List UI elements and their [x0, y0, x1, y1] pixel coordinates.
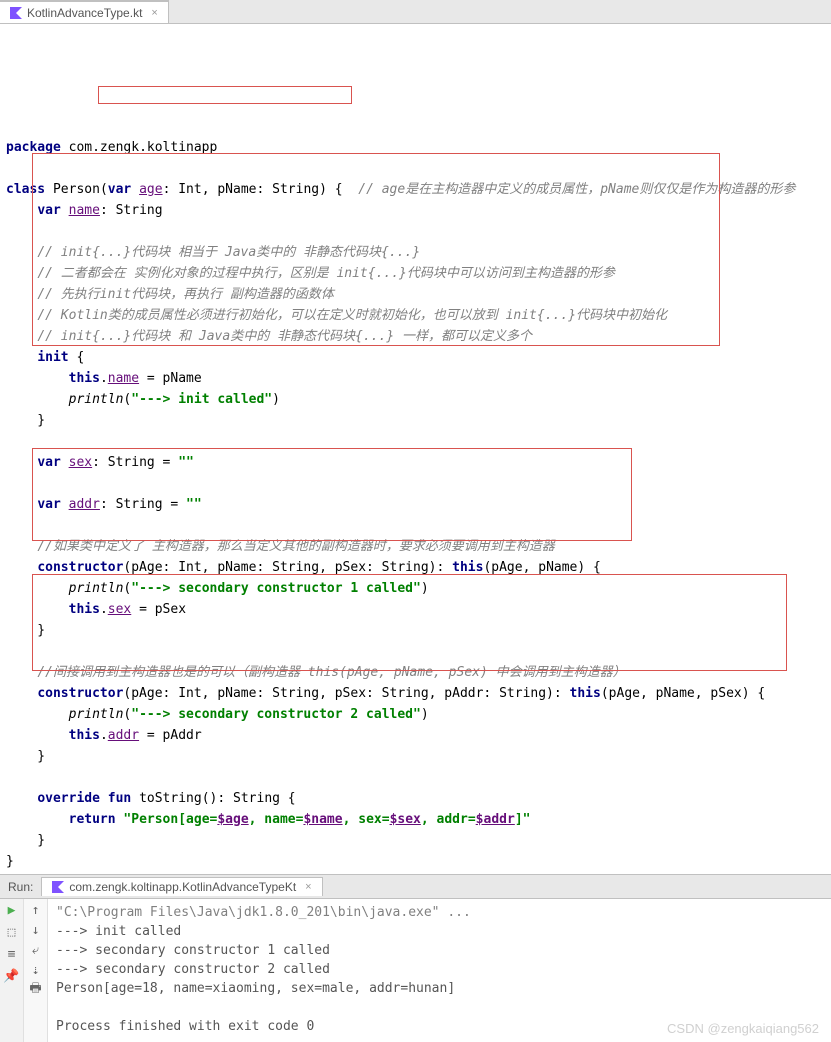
highlight-box [98, 86, 352, 104]
keyword: var [37, 455, 60, 470]
var-name: name [69, 203, 100, 218]
string: "Person[age= [123, 812, 217, 827]
string: "---> init called" [131, 392, 272, 407]
wrap-icon[interactable]: ⤶ [29, 943, 43, 957]
console-line: "C:\Program Files\Java\jdk1.8.0_201\bin\… [56, 903, 823, 922]
comment: //如果类中定义了 主构造器，那么当定义其他的副构造器时，要求必须要调用到主构造… [37, 539, 554, 554]
string: "---> secondary constructor 2 called" [131, 707, 421, 722]
tpl-var: $addr [476, 812, 515, 827]
prop-ref: name [108, 371, 139, 386]
params: (pAge: Int, pName: String, pSex: String)… [123, 560, 452, 575]
run-panel: Run: com.zengk.koltinapp.KotlinAdvanceTy… [0, 874, 831, 1042]
class-name: Person [53, 182, 100, 197]
fn-call: println [69, 707, 124, 722]
string: "---> secondary constructor 1 called" [131, 581, 421, 596]
comment: // init{...}代码块 和 Java类中的 非静态代码块{...} 一样… [37, 329, 532, 344]
comment: // 先执行init代码块，再执行 副构造器的函数体 [37, 287, 334, 302]
keyword: this [452, 560, 483, 575]
keyword: class [6, 182, 45, 197]
assign: = pSex [131, 602, 186, 617]
args: (pAge, pName, pSex) { [601, 686, 765, 701]
keyword: this [69, 371, 100, 386]
print-icon[interactable]: 🖶 [29, 983, 43, 997]
pin-icon[interactable]: 📌 [5, 969, 19, 983]
comment: // 二者都会在 实例化对象的过程中执行，区别是 init{...}代码块中可以… [37, 266, 615, 281]
editor-tab-bar: KotlinAdvanceType.kt × [0, 0, 831, 24]
console-line: ---> secondary constructor 1 called [56, 941, 823, 960]
run-toolbar-right: ↑ ↓ ⤶ ⇣ 🖶 [24, 899, 48, 1042]
close-icon[interactable]: × [151, 7, 157, 19]
watermark: CSDN @zengkaiqiang562 [667, 1021, 819, 1036]
fn-call: println [69, 581, 124, 596]
down-icon[interactable]: ↓ [29, 923, 43, 937]
run-tab-name: com.zengk.koltinapp.KotlinAdvanceTypeKt [69, 880, 296, 894]
tpl-var: $name [303, 812, 342, 827]
keyword: override [37, 791, 100, 806]
run-toolbar-left: ▶ ⬚ ≡ 📌 [0, 899, 24, 1042]
keyword: init [37, 350, 68, 365]
class-params: (var age: Int, pName: String) [100, 182, 327, 197]
keyword: constructor [37, 560, 123, 575]
keyword: var [37, 203, 60, 218]
tpl-var: $sex [390, 812, 421, 827]
type: : String [100, 203, 163, 218]
string: , addr= [421, 812, 476, 827]
layout-icon[interactable]: ≡ [5, 947, 19, 961]
fn-call: println [69, 392, 124, 407]
prop-ref: sex [108, 602, 131, 617]
console-line: ---> secondary constructor 2 called [56, 960, 823, 979]
comment: // Kotlin类的成员属性必须进行初始化，可以在定义时就初始化，也可以放到 … [37, 308, 667, 323]
keyword: package [6, 140, 61, 155]
fn-name: toString [139, 791, 202, 806]
keyword: return [69, 812, 116, 827]
var-name: addr [69, 497, 100, 512]
tab-filename: KotlinAdvanceType.kt [27, 6, 142, 20]
code-editor[interactable]: package com.zengk.koltinapp class Person… [0, 24, 831, 874]
tpl-var: $age [217, 812, 248, 827]
rerun-icon[interactable]: ▶ [5, 903, 19, 917]
keyword: this [69, 602, 100, 617]
assign: = pName [139, 371, 202, 386]
kotlin-file-icon [10, 7, 22, 19]
assign: = pAddr [139, 728, 202, 743]
comment: // age是在主构造器中定义的成员属性，pName则仅仅是作为构造器的形参 [358, 182, 795, 197]
string: , sex= [343, 812, 390, 827]
string: "" [186, 497, 202, 512]
prop-ref: addr [108, 728, 139, 743]
args: (pAge, pName) { [483, 560, 600, 575]
type: : String = [92, 455, 178, 470]
sig: (): String { [202, 791, 296, 806]
type: : String = [100, 497, 186, 512]
kotlin-file-icon [52, 881, 64, 893]
keyword: var [37, 497, 60, 512]
params: (pAge: Int, pName: String, pSex: String,… [123, 686, 569, 701]
string: "" [178, 455, 194, 470]
keyword: this [570, 686, 601, 701]
comment: //间接调用到主构造器也是的可以（副构造器 this(pAge, pName, … [37, 665, 625, 680]
console-line: Person[age=18, name=xiaoming, sex=male, … [56, 979, 823, 998]
close-icon[interactable]: × [305, 881, 311, 893]
up-icon[interactable]: ↑ [29, 903, 43, 917]
scroll-icon[interactable]: ⇣ [29, 963, 43, 977]
package-name: com.zengk.koltinapp [69, 140, 218, 155]
keyword: this [69, 728, 100, 743]
keyword: constructor [37, 686, 123, 701]
string: ]" [515, 812, 531, 827]
run-label: Run: [0, 880, 41, 894]
var-name: sex [69, 455, 92, 470]
run-config-tab[interactable]: com.zengk.koltinapp.KotlinAdvanceTypeKt … [41, 877, 322, 896]
run-header: Run: com.zengk.koltinapp.KotlinAdvanceTy… [0, 875, 831, 899]
file-tab[interactable]: KotlinAdvanceType.kt × [0, 0, 169, 23]
keyword: fun [108, 791, 131, 806]
stop-icon[interactable]: ⬚ [5, 925, 19, 939]
console-line: ---> init called [56, 922, 823, 941]
comment: // init{...}代码块 相当于 Java类中的 非静态代码块{...} [37, 245, 420, 260]
string: , name= [249, 812, 304, 827]
